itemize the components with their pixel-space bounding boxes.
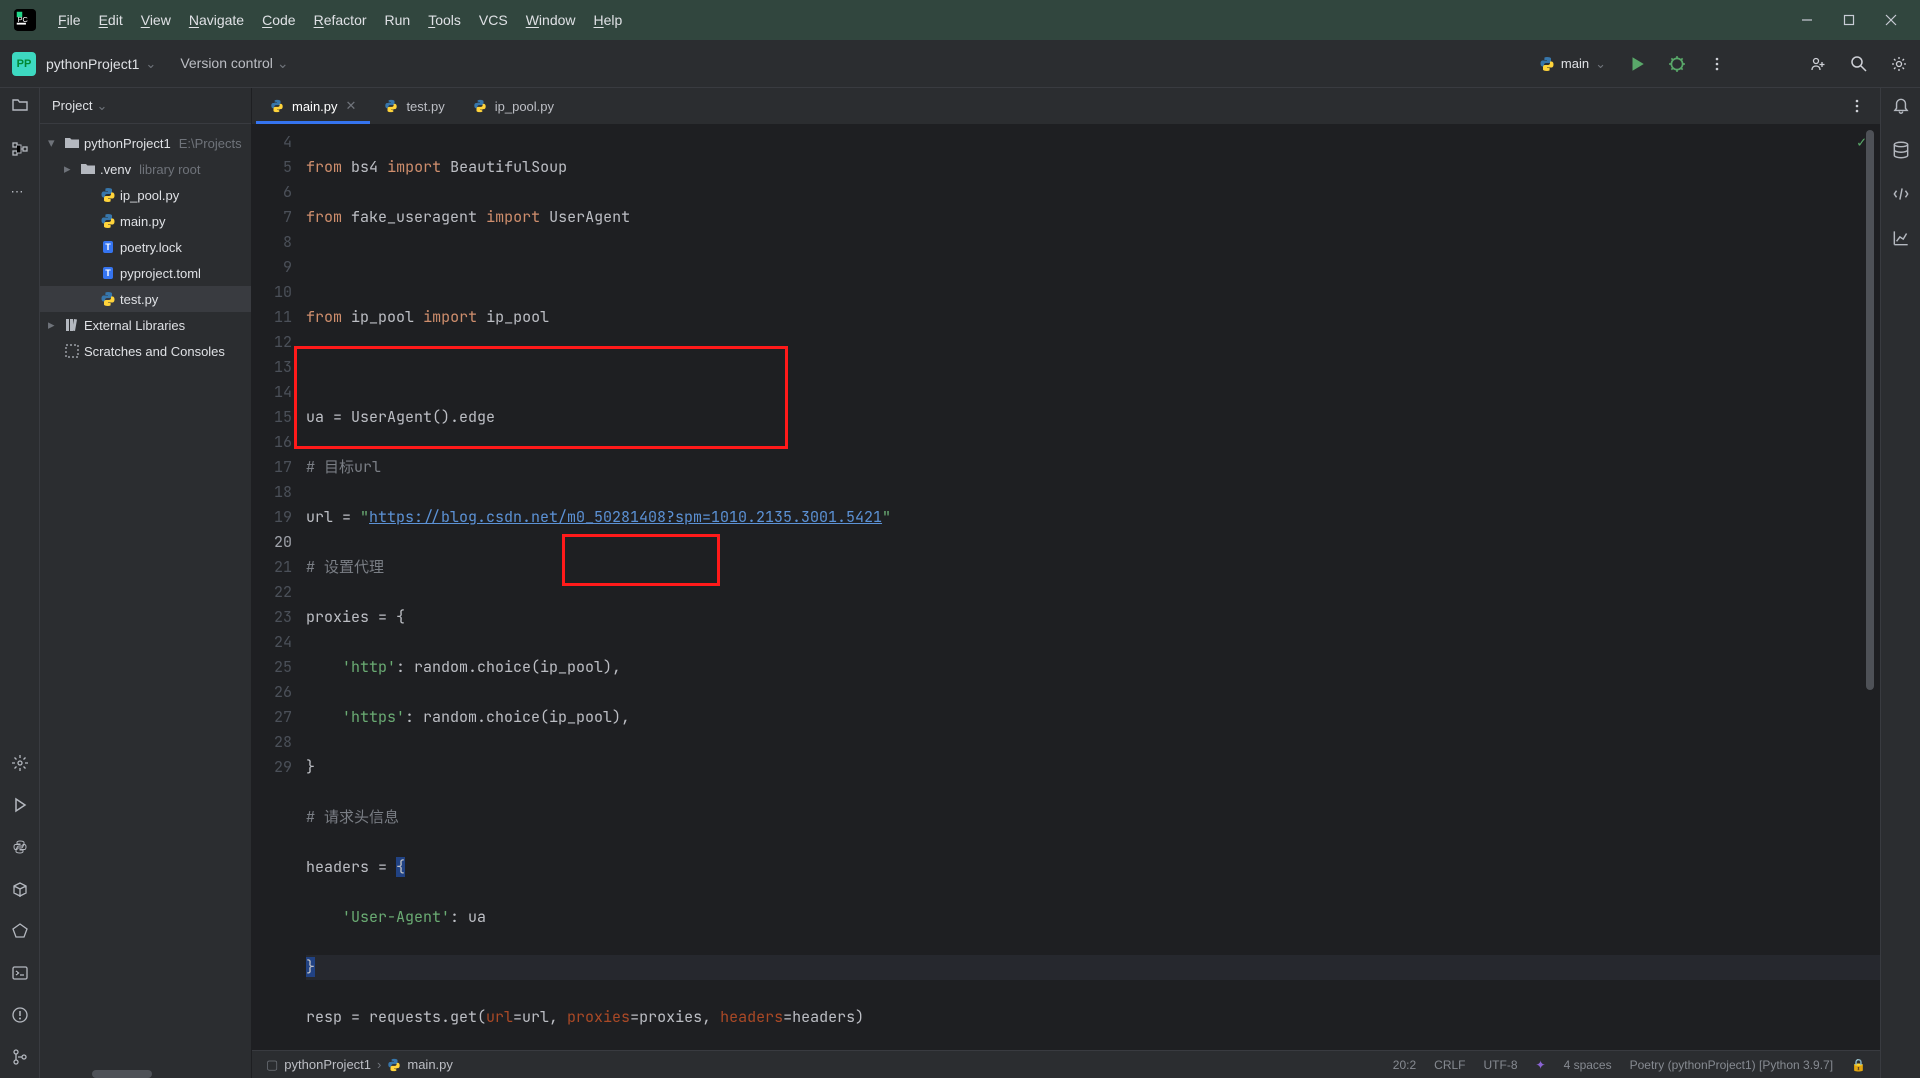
project-badge[interactable]: PP — [12, 52, 36, 76]
version-control-button[interactable]: Version control ⌄ — [180, 55, 288, 72]
readonly-icon[interactable]: 🔒 — [1851, 1058, 1866, 1072]
python-packages-icon[interactable] — [11, 880, 29, 898]
navigation-bar: PP pythonProject1 ⌄ Version control ⌄ ma… — [0, 40, 1920, 88]
debug-toolwindow-icon[interactable] — [11, 922, 29, 940]
more-icon[interactable] — [1848, 97, 1866, 115]
menu-window[interactable]: Window — [518, 8, 584, 32]
database-icon[interactable] — [1891, 140, 1911, 160]
text-file-icon: T — [100, 239, 116, 255]
python-icon — [100, 213, 116, 229]
menu-view[interactable]: View — [133, 8, 179, 32]
menu-navigate[interactable]: Navigate — [181, 8, 252, 32]
menu-refactor[interactable]: Refactor — [306, 8, 375, 32]
title-bar: PC File Edit View Navigate Code Refactor… — [0, 0, 1920, 40]
vertical-scrollbar[interactable] — [1866, 130, 1874, 1044]
code-editor[interactable]: 4567891011121314151617181920212223242526… — [252, 124, 1880, 1050]
tab-main-py[interactable]: main.py✕ — [256, 88, 370, 124]
tree-item-scratches-and-consoles[interactable]: Scratches and Consoles — [40, 338, 251, 364]
copilot-icon[interactable]: ✦ — [1536, 1058, 1546, 1072]
menu-help[interactable]: Help — [586, 8, 631, 32]
tree-item-main-py[interactable]: main.py — [40, 208, 251, 234]
python-icon — [100, 187, 116, 203]
project-tree[interactable]: ▾pythonProject1E:\Projects▸.venvlibrary … — [40, 124, 251, 1078]
more-icon[interactable] — [1708, 55, 1726, 73]
python-icon — [384, 99, 398, 113]
debug-icon[interactable] — [1668, 55, 1686, 73]
settings-icon[interactable] — [1890, 55, 1908, 73]
python-icon — [473, 99, 487, 113]
tree-item-test-py[interactable]: test.py — [40, 286, 251, 312]
main-menu: File Edit View Navigate Code Refactor Ru… — [50, 8, 630, 32]
run-icon[interactable] — [1628, 55, 1646, 73]
status-indent[interactable]: 4 spaces — [1564, 1058, 1612, 1072]
menu-run[interactable]: Run — [377, 8, 419, 32]
minimize-icon[interactable] — [1800, 13, 1814, 27]
app-logo-icon: PC — [14, 9, 36, 31]
menu-edit[interactable]: Edit — [91, 8, 131, 32]
editor-content[interactable]: from bs4 import BeautifulSoup from fake_… — [306, 124, 1880, 1050]
tree-item-external-libraries[interactable]: ▸External Libraries — [40, 312, 251, 338]
services-icon[interactable] — [11, 754, 29, 772]
python-icon — [270, 99, 284, 113]
folder-icon: ▢ — [266, 1057, 278, 1073]
project-toolwindow-icon[interactable] — [11, 96, 29, 114]
tab-test-py[interactable]: test.py — [370, 88, 458, 124]
tree-item-pythonproject1[interactable]: ▾pythonProject1E:\Projects — [40, 130, 251, 156]
menu-code[interactable]: Code — [254, 8, 303, 32]
python-icon — [100, 291, 116, 307]
line-number-gutter: 4567891011121314151617181920212223242526… — [252, 124, 306, 1050]
left-tool-strip: ⋯ — [0, 88, 40, 1078]
folder-icon — [64, 135, 80, 151]
chevron-down-icon: ⌄ — [1595, 56, 1606, 72]
text-file-icon: T — [100, 265, 116, 281]
right-tool-strip — [1880, 88, 1920, 1078]
horizontal-scrollbar[interactable] — [92, 1070, 152, 1078]
problems-icon[interactable] — [11, 1006, 29, 1024]
python-icon — [1539, 56, 1555, 72]
sciview-icon[interactable] — [1891, 228, 1911, 248]
svg-text:PC: PC — [18, 15, 29, 24]
close-icon[interactable]: ✕ — [346, 98, 357, 114]
menu-vcs[interactable]: VCS — [471, 8, 516, 32]
tree-item--venv[interactable]: ▸.venvlibrary root — [40, 156, 251, 182]
close-icon[interactable] — [1884, 13, 1898, 27]
inspection-ok-icon[interactable]: ✓ — [1857, 132, 1866, 152]
notifications-icon[interactable] — [1891, 96, 1911, 116]
breadcrumb: ▢ pythonProject1 › main.py 20:2 CRLF UTF… — [252, 1050, 1880, 1078]
status-interpreter[interactable]: Poetry (pythonProject1) [Python 3.9.7] — [1630, 1058, 1833, 1072]
run-toolwindow-icon[interactable] — [11, 796, 29, 814]
tree-item-pyproject-toml[interactable]: Tpyproject.toml — [40, 260, 251, 286]
tab-ip_pool-py[interactable]: ip_pool.py — [459, 88, 568, 124]
tree-item-ip_pool-py[interactable]: ip_pool.py — [40, 182, 251, 208]
breadcrumb-file[interactable]: main.py — [407, 1057, 453, 1072]
library-icon — [64, 317, 80, 333]
project-tool-window: Project ⌄ ▾pythonProject1E:\Projects▸.ve… — [40, 88, 252, 1078]
chevron-down-icon[interactable]: ⌄ — [145, 56, 156, 72]
menu-tools[interactable]: Tools — [420, 8, 469, 32]
status-encoding[interactable]: UTF-8 — [1484, 1058, 1518, 1072]
vcs-icon[interactable] — [11, 1048, 29, 1066]
python-console-icon[interactable] — [11, 838, 29, 856]
branch-label: main — [1561, 56, 1589, 71]
ai-assistant-icon[interactable] — [1891, 184, 1911, 204]
code-with-me-icon[interactable] — [1810, 55, 1828, 73]
menu-file[interactable]: File — [50, 8, 89, 32]
project-panel-title: Project — [52, 98, 92, 113]
git-branch-selector[interactable]: main ⌄ — [1539, 56, 1606, 72]
project-selector[interactable]: pythonProject1 — [46, 56, 139, 72]
scratch-icon — [64, 343, 80, 359]
breadcrumb-project[interactable]: pythonProject1 — [284, 1057, 371, 1072]
status-position[interactable]: 20:2 — [1393, 1058, 1416, 1072]
python-icon — [387, 1058, 401, 1072]
editor-tabs: main.py✕test.pyip_pool.py — [252, 88, 1880, 124]
status-line-sep[interactable]: CRLF — [1434, 1058, 1465, 1072]
structure-icon[interactable] — [11, 140, 29, 158]
folder-icon — [80, 161, 96, 177]
chevron-down-icon[interactable]: ⌄ — [96, 98, 107, 114]
search-icon[interactable] — [1850, 55, 1868, 73]
tree-item-poetry-lock[interactable]: Tpoetry.lock — [40, 234, 251, 260]
terminal-icon[interactable] — [11, 964, 29, 982]
maximize-icon[interactable] — [1842, 13, 1856, 27]
more-toolwindows-icon[interactable]: ⋯ — [11, 184, 29, 202]
